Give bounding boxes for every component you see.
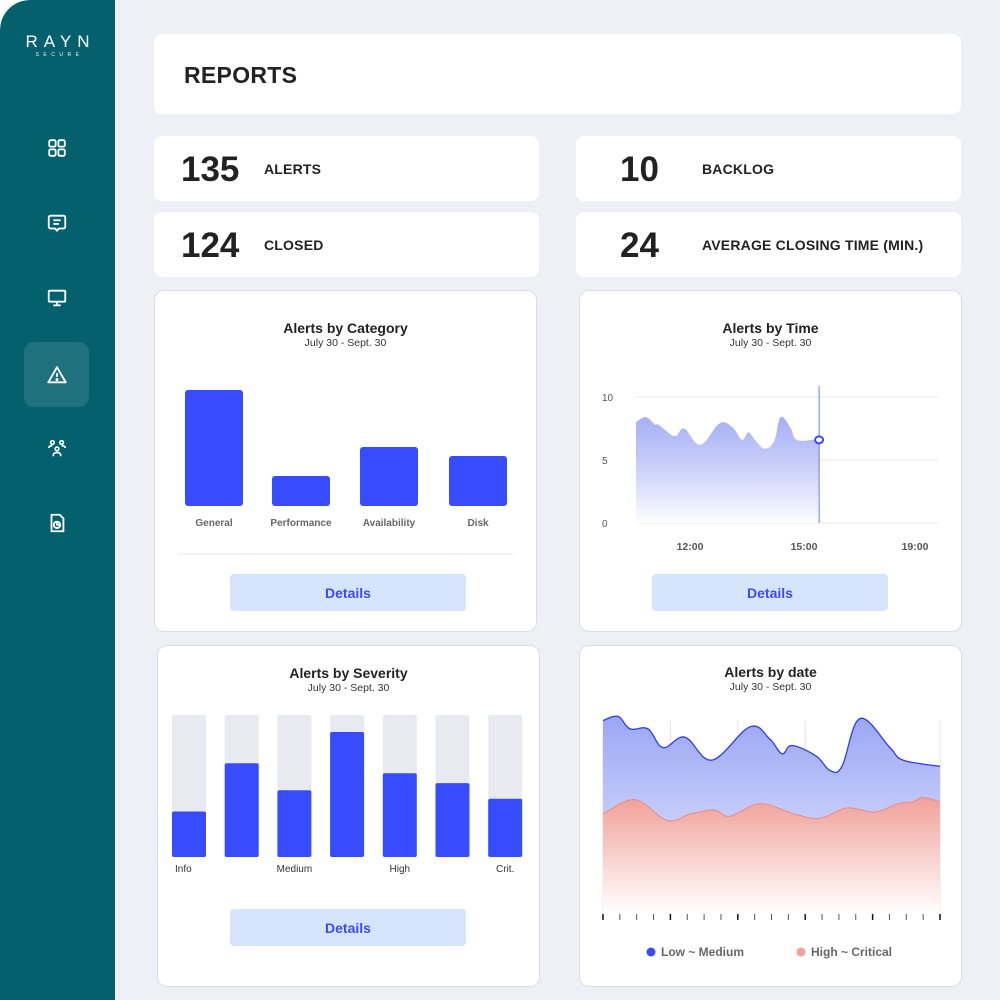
stat-card-backlog[interactable]: 10 BACKLOG <box>576 136 961 201</box>
x-tick-label: Crit. <box>496 864 514 875</box>
category-bar-chart: General Performance Availability Disk <box>178 390 513 555</box>
y-tick-label: 10 <box>602 393 614 404</box>
bar-value <box>277 790 312 857</box>
brand-tagline: SECURE <box>35 52 84 58</box>
legend-dot-low-medium <box>646 947 656 957</box>
severity-bar-chart: Info Medium High Crit. <box>172 715 523 875</box>
alert-triangle-icon <box>46 365 67 383</box>
stat-label: ALERTS <box>264 161 322 177</box>
sidebar-item-messages[interactable] <box>24 190 89 255</box>
bar-availability <box>360 447 418 506</box>
x-tick-label: 19:00 <box>902 541 929 553</box>
brand-name: RAYN <box>25 32 96 51</box>
stat-card-avg-closing-time[interactable]: 24 AVERAGE CLOSING TIME (MIN.) <box>576 212 961 277</box>
sidebar: RAYN SECURE <box>0 0 115 1000</box>
stat-value: 124 <box>181 226 240 265</box>
x-tick-label: Performance <box>270 518 332 529</box>
stat-value: 24 <box>620 226 659 265</box>
chart-card-date: Alerts by date July 30 - Sept. 30 Low ~ … <box>579 645 962 987</box>
cursor-point <box>814 435 825 445</box>
bar-value <box>382 773 417 857</box>
x-tick-label: Medium <box>277 864 313 875</box>
sidebar-item-reports[interactable] <box>24 490 89 555</box>
users-group-icon <box>47 439 66 456</box>
y-tick-label: 5 <box>602 456 608 467</box>
x-tick-label: Availability <box>363 518 416 529</box>
time-area-chart: 10 5 0 12:00 15:00 19:00 <box>602 386 938 553</box>
stat-card-closed[interactable]: 124 CLOSED <box>154 212 539 277</box>
legend-label-low-medium: Low ~ Medium <box>661 945 744 959</box>
bar-performance <box>272 476 330 506</box>
stat-label: CLOSED <box>264 237 324 253</box>
monitor-icon <box>47 289 66 306</box>
bar-value <box>224 763 259 857</box>
dashboard-grid-icon <box>47 138 66 157</box>
x-tick-label: 12:00 <box>677 541 704 553</box>
chat-message-icon <box>47 214 66 232</box>
details-button[interactable]: Details <box>652 574 888 611</box>
area-high-critical <box>603 797 940 914</box>
x-tick-label: 15:00 <box>791 541 818 553</box>
area-series <box>636 416 820 523</box>
chart-card-category: Alerts by Category July 30 - Sept. 30 Ge… <box>154 290 537 632</box>
bar-value <box>330 732 365 857</box>
bar-value <box>172 811 206 857</box>
details-button[interactable]: Details <box>230 574 466 611</box>
x-tick-label: Info <box>175 864 192 875</box>
x-tick-label: General <box>195 518 232 529</box>
stat-label: BACKLOG <box>702 161 775 177</box>
page-title: REPORTS <box>184 62 298 88</box>
brand-logo[interactable]: RAYN SECURE <box>0 32 115 58</box>
bar-value <box>435 783 470 857</box>
y-tick-label: 0 <box>602 519 608 530</box>
sidebar-item-alerts[interactable] <box>24 342 89 407</box>
sidebar-item-users[interactable] <box>24 415 89 480</box>
x-tick-label: Disk <box>467 518 489 529</box>
stat-card-alerts[interactable]: 135 ALERTS <box>154 136 539 201</box>
stat-value: 10 <box>620 150 659 189</box>
bar-disk <box>449 456 507 506</box>
bar-value <box>488 798 523 857</box>
report-file-icon <box>50 513 64 532</box>
bar-general <box>185 390 243 506</box>
chart-card-time: Alerts by Time July 30 - Sept. 30 10 5 0 12… <box>579 290 962 632</box>
x-tick-label: High <box>390 864 411 875</box>
legend-label-high-critical: High ~ Critical <box>811 945 892 959</box>
details-button[interactable]: Details <box>230 909 466 946</box>
stat-value: 135 <box>181 150 240 189</box>
date-area-chart: Low ~ Medium High ~ Critical <box>602 715 941 959</box>
page-header: REPORTS <box>154 34 961 114</box>
legend-dot-high-critical <box>796 947 806 957</box>
chart-card-severity: Alerts by Severity July 30 - Sept. 30 In… <box>157 645 540 987</box>
app-frame: RAYN SECURE REPORTS 135 ALERTS 10 BACKLO… <box>0 0 1000 1000</box>
stat-label: AVERAGE CLOSING TIME (MIN.) <box>702 237 924 253</box>
sidebar-item-devices[interactable] <box>24 265 89 330</box>
sidebar-item-dashboard[interactable] <box>24 115 89 180</box>
